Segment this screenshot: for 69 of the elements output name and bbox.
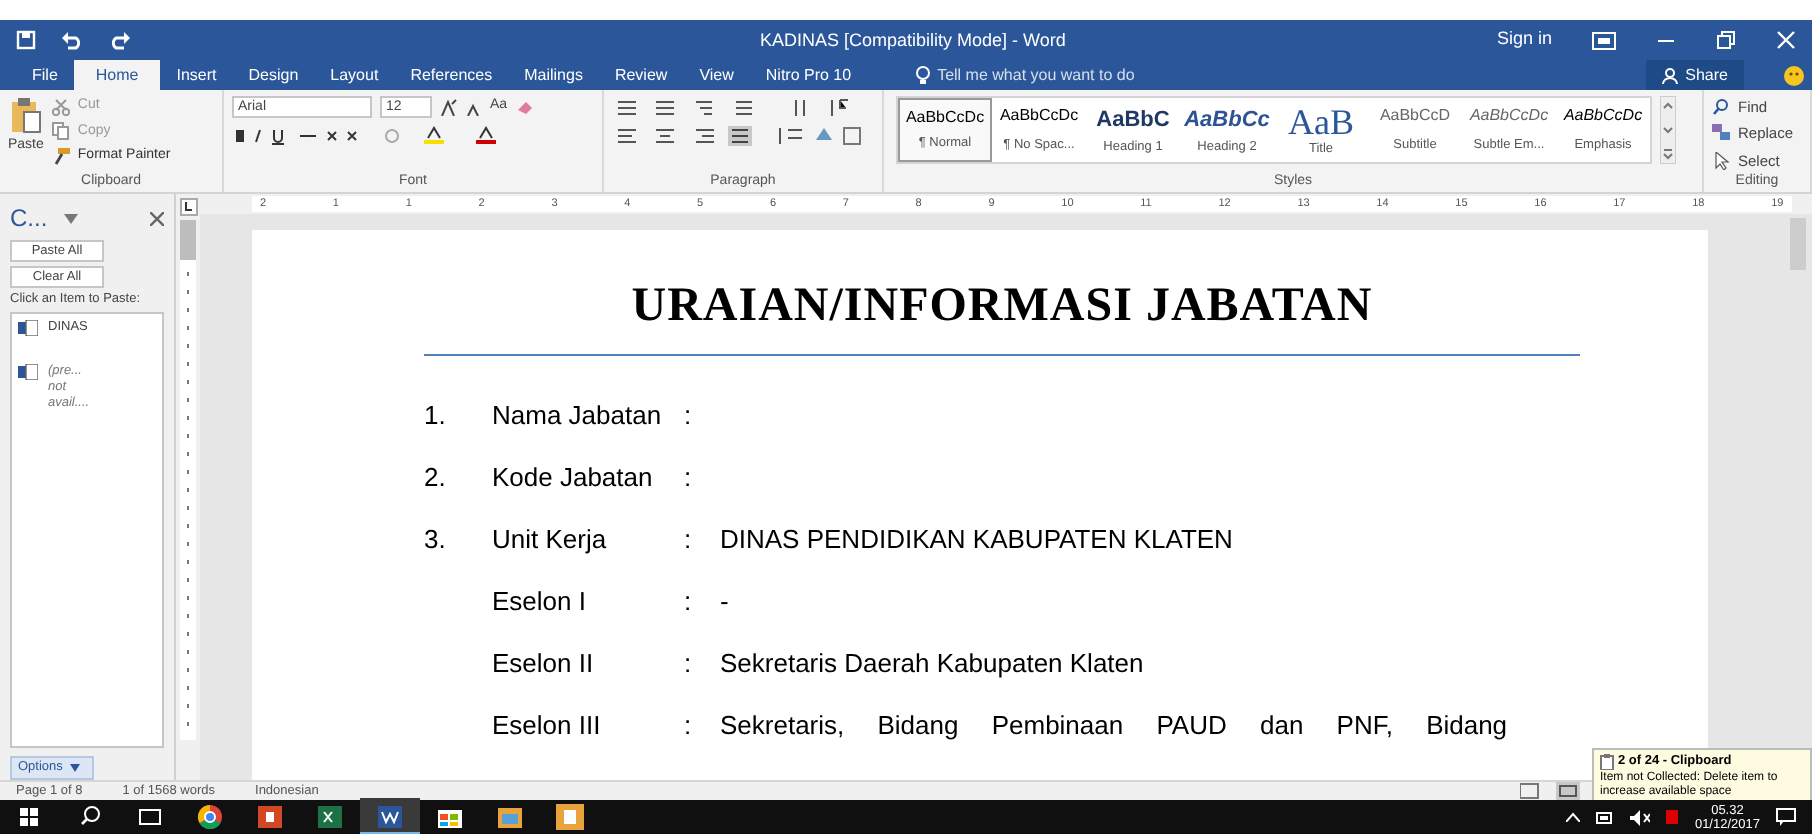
list-number: 1. [424,400,446,430]
ribbon-tab[interactable]: References [394,60,509,90]
eraser-icon[interactable] [515,98,534,116]
cursor-icon[interactable] [1712,151,1730,170]
field-value: DINAS PENDIDIKAN KABUPATEN KLATEN [720,524,1235,556]
grow-font-icon[interactable] [440,98,458,116]
close-icon[interactable] [150,211,164,225]
person-icon[interactable] [1661,67,1678,83]
document-icon[interactable] [18,320,38,336]
notification-flag-icon[interactable] [1666,810,1679,824]
clipboard-icon[interactable] [1600,753,1614,770]
lightbulb-icon[interactable] [915,66,930,84]
gallery-scroll-icon[interactable] [1660,96,1676,164]
brush-icon[interactable] [51,147,70,166]
window-title: KADINAS [Compatibility Mode] - Word [760,28,1066,54]
ribbon-tab[interactable]: Mailings [508,60,599,90]
restore-icon[interactable] [1716,30,1736,50]
field-label: Unit Kerja [492,524,607,554]
field-value: - [720,586,731,618]
clipboard-icon[interactable] [9,96,42,136]
tell-me-field[interactable]: Tell me what you want to do [915,60,1135,90]
smiley-icon[interactable] [1784,66,1804,86]
colon: : [684,586,692,616]
field-label: Kode Jabatan [492,462,653,492]
document-icon[interactable] [18,364,38,380]
sign-in-link[interactable]: Sign in [1496,26,1552,54]
list-number: 2. [424,462,446,492]
field-value: Sekretaris Daerah Kabupaten Klaten [720,648,1146,680]
ribbon-tab[interactable]: Review [598,60,684,90]
colon: : [684,462,692,492]
save-icon[interactable] [16,30,36,50]
ribbon-tab[interactable]: Design [232,60,315,90]
ribbon-tab[interactable]: Insert [160,60,233,90]
field-value: Sekretaris, Bidang Pembinaan PAUD dan PNF, Bidang [720,710,1510,742]
field-label: Eselon I [492,586,586,616]
word-icon[interactable] [360,798,420,834]
scrollbar-icon[interactable] [1784,214,1812,274]
action-center-icon[interactable] [1776,808,1796,826]
dropdown-arrow-icon[interactable] [70,764,81,772]
replace-icon[interactable] [1712,124,1730,143]
ribbon-tab[interactable]: Nitro Pro 10 [749,60,868,90]
share-button[interactable]: Share [1645,60,1744,90]
colon: : [684,524,692,554]
colon: : [684,648,692,678]
search-icon[interactable] [1712,98,1730,117]
colon: : [684,710,692,740]
pane-title: C... [10,202,48,236]
chevron-up-icon[interactable] [1566,812,1581,822]
battery-icon[interactable] [1596,811,1615,823]
speaker-icon[interactable] [1630,809,1651,825]
undo-icon[interactable] [60,30,84,50]
ribbon-tab[interactable]: Home [73,60,161,90]
field-label: Eselon II [492,648,594,678]
colon: : [684,400,692,430]
dropdown-arrow-icon[interactable] [63,213,78,223]
shrink-font-icon[interactable] [466,99,482,115]
list-number: 3. [424,524,446,554]
vertical-ruler-drawing[interactable] [180,220,196,740]
field-label: Nama Jabatan [492,400,662,430]
tab-selector-icon[interactable] [179,198,197,216]
field-label: Eselon III [492,710,601,740]
redo-icon[interactable] [108,30,132,50]
ribbon-tab[interactable]: Layout [314,60,395,90]
ribbon-display-icon[interactable] [1592,31,1616,49]
document-heading: URAIAN/INFORMASI JABATAN [424,270,1580,356]
copy-icon[interactable] [51,122,70,141]
scissors-icon[interactable] [51,97,70,116]
ribbon-tab[interactable]: View [683,60,750,90]
ribbon-tab[interactable]: File [16,60,74,90]
